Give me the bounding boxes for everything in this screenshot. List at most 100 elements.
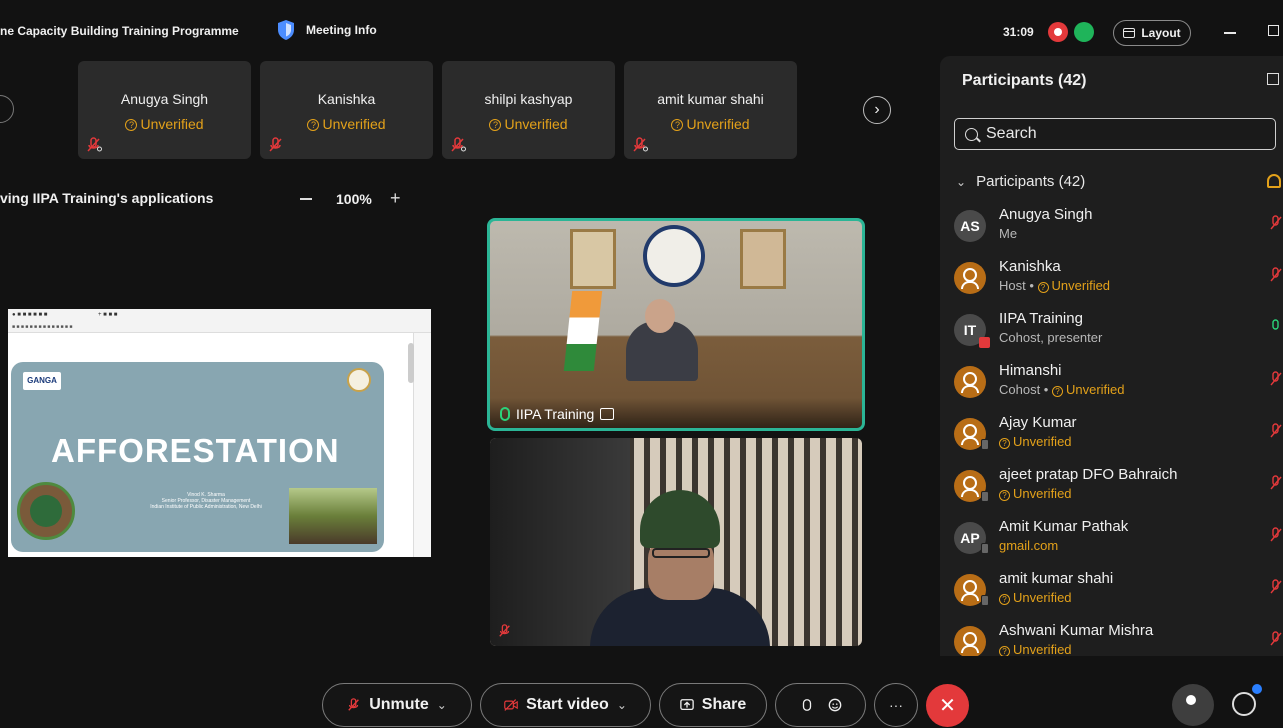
guest-avatar bbox=[954, 470, 989, 502]
zoom-out-button[interactable] bbox=[300, 198, 312, 200]
video-tile-participant[interactable] bbox=[490, 438, 862, 646]
mic-off-icon bbox=[1270, 579, 1282, 594]
participant-row[interactable]: Ajay Kumar ? Unverified bbox=[940, 409, 1283, 461]
end-call-button[interactable]: ✕ bbox=[926, 684, 969, 727]
meeting-info-button[interactable]: Meeting Info bbox=[276, 19, 377, 41]
participant-row[interactable]: ajeet pratap DFO Bahraich ? Unverified bbox=[940, 461, 1283, 513]
search-icon bbox=[965, 127, 978, 141]
mic-off-icon bbox=[451, 137, 466, 152]
guest-avatar bbox=[954, 418, 989, 450]
minimize-icon[interactable] bbox=[1224, 32, 1236, 34]
participant-list: AS Anugya Singh Me Kanishka Host • ? Unveri… bbox=[940, 201, 1283, 656]
mic-off-icon bbox=[499, 624, 510, 637]
mic-off-icon bbox=[348, 698, 360, 711]
device-icon bbox=[981, 439, 989, 450]
participant-name: Ajay Kumar bbox=[999, 414, 1077, 431]
unverified-icon: ? bbox=[671, 119, 684, 131]
presentation-slide: GANGA AFFORESTATION Vinod K. Sharma Seni… bbox=[11, 362, 384, 552]
meeting-info-label: Meeting Info bbox=[306, 23, 377, 37]
tile-name: amit kumar shahi bbox=[657, 91, 764, 107]
video-name-label: IIPA Training bbox=[500, 406, 615, 422]
participant-tile[interactable]: shilpi kashyap ? Unverified bbox=[442, 61, 615, 159]
wall-portrait-left bbox=[570, 229, 616, 289]
shared-toolbar: ■ ■ ■ ■ ■ ■ ■ ■ ■ ■ ■ ■ ■ ■ bbox=[12, 324, 73, 330]
network-stats-icon[interactable] bbox=[1074, 22, 1094, 42]
zoom-in-button[interactable]: + bbox=[390, 188, 401, 209]
person-add-icon[interactable] bbox=[1267, 174, 1281, 188]
record-icon[interactable] bbox=[1048, 22, 1068, 42]
start-video-label: Start video bbox=[526, 696, 609, 713]
strip-prev-button[interactable] bbox=[0, 95, 14, 123]
unmute-button[interactable]: Unmute ⌄ bbox=[322, 683, 472, 727]
layout-icon bbox=[1123, 28, 1136, 38]
chat-icon[interactable] bbox=[1232, 692, 1256, 716]
meeting-title: ne Capacity Building Training Programme bbox=[0, 24, 239, 38]
share-button[interactable]: Share bbox=[659, 683, 767, 727]
slide-credits: Vinod K. Sharma Senior Professor, Disast… bbox=[150, 492, 262, 510]
device-icon bbox=[981, 491, 989, 502]
popout-icon[interactable] bbox=[1267, 73, 1279, 85]
layout-button[interactable]: Layout bbox=[1113, 20, 1191, 46]
shield-icon bbox=[278, 20, 294, 40]
mic-off-icon bbox=[1270, 371, 1282, 386]
participant-row[interactable]: Kanishka Host • ? Unverified bbox=[940, 253, 1283, 305]
participant-hat bbox=[640, 490, 720, 548]
participant-row[interactable]: AP Amit Kumar Pathak gmail.com bbox=[940, 513, 1283, 565]
tree-icon bbox=[17, 482, 75, 540]
participant-role: ? Unverified bbox=[999, 486, 1177, 501]
mic-off-icon bbox=[1270, 527, 1282, 542]
mic-off-icon bbox=[633, 137, 648, 152]
shared-tab-1: ● ■ ■ ■ ■ ■ ■ bbox=[12, 312, 48, 318]
participant-tile[interactable]: Anugya Singh ? Unverified bbox=[78, 61, 251, 159]
participant-role: Host • ? Unverified bbox=[999, 278, 1111, 293]
reactions-group bbox=[775, 683, 866, 727]
participant-row[interactable]: AS Anugya Singh Me bbox=[940, 201, 1283, 253]
tile-name: Anugya Singh bbox=[120, 91, 209, 107]
people-icon[interactable] bbox=[1172, 684, 1214, 726]
avatar: AP bbox=[954, 522, 989, 554]
mic-off-icon bbox=[1270, 631, 1282, 646]
participant-name: Anugya Singh bbox=[999, 206, 1093, 223]
slide-title: AFFORESTATION bbox=[51, 432, 340, 469]
avatar: AS bbox=[954, 210, 986, 242]
participant-role: Cohost • ? Unverified bbox=[999, 382, 1125, 397]
participant-row[interactable]: Himanshi Cohost • ? Unverified bbox=[940, 357, 1283, 409]
presenter-badge-icon bbox=[979, 337, 990, 348]
panel-title: Participants (42) bbox=[962, 72, 1087, 89]
chevron-right-icon[interactable]: › bbox=[863, 96, 891, 124]
participant-search[interactable] bbox=[954, 118, 1276, 150]
participant-row[interactable]: Ashwani Kumar Mishra ? Unverified bbox=[940, 617, 1283, 656]
device-icon bbox=[981, 595, 989, 606]
guest-avatar bbox=[954, 626, 986, 656]
participants-panel: Participants (42) ⌄ Participants (42) AS… bbox=[940, 56, 1283, 656]
speaker-head bbox=[645, 299, 675, 333]
more-options-button[interactable]: ··· bbox=[874, 683, 918, 727]
video-tile-active-speaker[interactable]: IIPA Training bbox=[487, 218, 865, 431]
emoji-icon[interactable] bbox=[828, 697, 842, 713]
shared-sidebar bbox=[413, 333, 431, 557]
mic-off-icon bbox=[1270, 267, 1282, 282]
guest-avatar bbox=[954, 574, 989, 606]
participants-group-toggle[interactable]: ⌄ Participants (42) bbox=[956, 173, 1085, 190]
participant-name: Himanshi bbox=[999, 362, 1062, 379]
hand-icon[interactable] bbox=[800, 697, 814, 713]
participant-row[interactable]: IT IIPA Training Cohost, presenter bbox=[940, 305, 1283, 357]
wall-portrait-right bbox=[740, 229, 786, 289]
restore-icon[interactable] bbox=[1268, 25, 1279, 36]
tile-name: shilpi kashyap bbox=[484, 91, 573, 107]
search-input[interactable] bbox=[986, 125, 1246, 143]
wall-emblem bbox=[643, 225, 705, 287]
participant-role: ? Unverified bbox=[999, 434, 1077, 449]
shared-screen[interactable]: ● ■ ■ ■ ■ ■ ■ + ■ ■ ■ ■ ■ ■ ■ ■ ■ ■ ■ ■ … bbox=[8, 309, 431, 557]
start-video-button[interactable]: Start video ⌄ bbox=[480, 683, 651, 727]
chevron-down-icon[interactable]: ⌄ bbox=[617, 698, 627, 712]
chevron-down-icon[interactable]: ⌄ bbox=[437, 698, 447, 712]
shared-browser-chrome: ● ■ ■ ■ ■ ■ ■ + ■ ■ ■ ■ ■ ■ ■ ■ ■ ■ ■ ■ … bbox=[8, 309, 431, 333]
tile-status: ? Unverified bbox=[442, 116, 615, 132]
participant-tile[interactable]: amit kumar shahi ? Unverified bbox=[624, 61, 797, 159]
slide-logo-right bbox=[347, 368, 371, 392]
share-icon bbox=[600, 408, 615, 420]
participant-name: Kanishka bbox=[999, 258, 1061, 275]
participant-tile[interactable]: Kanishka ? Unverified bbox=[260, 61, 433, 159]
participant-row[interactable]: amit kumar shahi ? Unverified bbox=[940, 565, 1283, 617]
